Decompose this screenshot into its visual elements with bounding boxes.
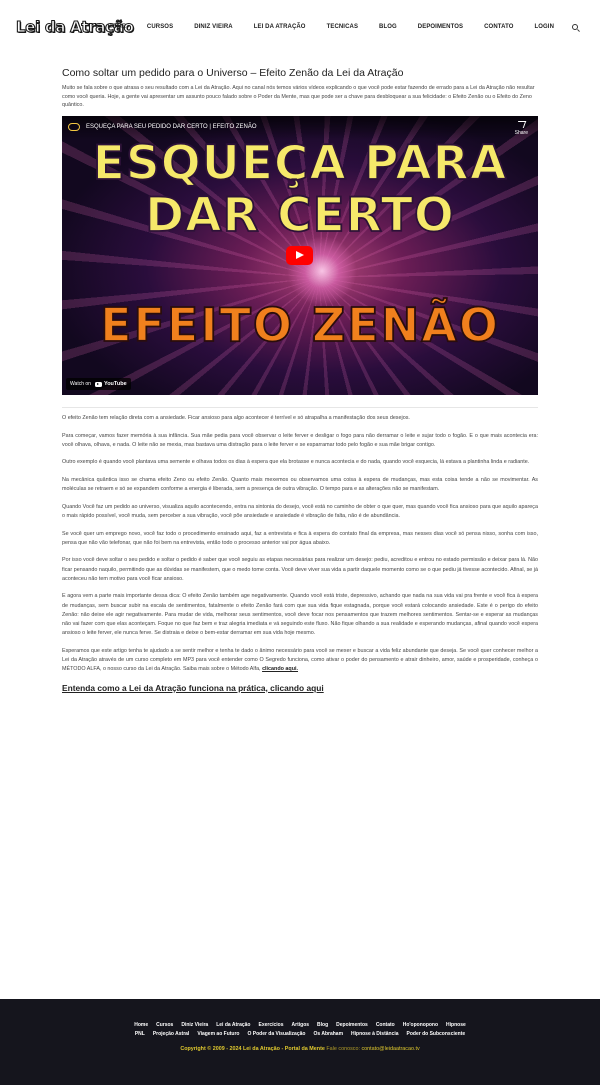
nav-depoimentos[interactable]: Depoimentos — [418, 24, 463, 30]
thumbnail-headline-line-1: ESQUEÇA PARA — [92, 136, 508, 191]
thumbnail-headline-line-2: DAR CERTO — [144, 188, 455, 243]
youtube-logo-icon — [94, 381, 102, 387]
youtube-video-embed[interactable]: ESQUEÇA PARA SEU PEDIDO DAR CERTO | EFEI… — [62, 116, 538, 395]
paragraph: O efeito Zenão tem relação direta com a … — [62, 415, 410, 421]
contact-label: Fale conosco: — [326, 1046, 360, 1052]
footer-link-contato[interactable]: Contato — [376, 1022, 395, 1028]
footer-nav-row-2: PNL Projeção Astral Viagem ao Futuro O P… — [0, 1031, 600, 1037]
footer-link-pnl[interactable]: PNL — [135, 1031, 145, 1037]
channel-avatar-icon[interactable] — [68, 123, 80, 131]
paragraph: Para começar, vamos fazer memória à sua … — [62, 432, 538, 448]
copyright-line: Copyright © 2009 - 2024 Lei da Atração -… — [0, 1046, 600, 1052]
footer-link-viagem-ao-futuro[interactable]: Viagem ao Futuro — [197, 1031, 239, 1037]
footer-link-artigos[interactable]: Artigos — [292, 1022, 310, 1028]
share-label[interactable]: Share — [515, 130, 528, 136]
closing-text: Esperamos que este artigo tenha te ajuda… — [62, 647, 538, 673]
paragraph: Se você quer um emprego novo, você faz t… — [62, 530, 538, 546]
footer-link-poder-da-visualizacao[interactable]: O Poder da Visualização — [247, 1031, 305, 1037]
content-divider — [62, 407, 538, 408]
footer-link-os-abraham[interactable]: Os Abraham — [313, 1031, 343, 1037]
nav-contato[interactable]: Contato — [484, 24, 513, 30]
copyright-text: Copyright © 2009 - 2024 Lei da Atração -… — [180, 1046, 325, 1052]
nav-lei-da-atracao[interactable]: Lei da Atração — [254, 24, 306, 30]
article-header: Como soltar um pedido para o Universo – … — [62, 66, 538, 110]
nav-blog[interactable]: Blog — [379, 24, 397, 30]
footer-link-projecao-astral[interactable]: Projeção Astral — [153, 1031, 190, 1037]
footer-link-home[interactable]: Home — [134, 1022, 148, 1028]
footer-link-exercicios[interactable]: Exercícios — [259, 1022, 284, 1028]
watch-on-label: Watch on — [70, 381, 91, 387]
article-body: O efeito Zenão tem relação direta com a … — [62, 414, 538, 693]
thumbnail-subline: EFEITO ZENÃO — [99, 297, 500, 353]
footer-link-cursos[interactable]: Cursos — [156, 1022, 173, 1028]
youtube-wordmark: YouTube — [103, 381, 127, 387]
paragraph: E agora vem a parte mais importante dess… — [62, 593, 538, 637]
nav-cursos[interactable]: Cursos — [147, 24, 173, 30]
nav-login[interactable]: Login — [535, 24, 555, 30]
paragraph: Outro exemplo é quando você plantava uma… — [62, 459, 530, 466]
page-title: Como soltar um pedido para o Universo – … — [62, 67, 404, 79]
footer-link-hipnose-a-distancia[interactable]: Hipnose à Distância — [351, 1031, 399, 1037]
article-intro: Muito se fala sobre o que atrasa o seu r… — [62, 85, 535, 109]
nav-tecnicas[interactable]: Tecnicas — [327, 24, 358, 30]
site-footer: Home Cursos Diniz Vieira Lei da Atração … — [0, 999, 600, 1085]
nav-home[interactable]: Home — [108, 24, 126, 30]
footer-link-diniz-vieira[interactable]: Diniz Vieira — [181, 1022, 208, 1028]
footer-link-blog[interactable]: Blog — [317, 1022, 328, 1028]
footer-link-hipnose[interactable]: Hipnose — [446, 1022, 466, 1028]
main-nav: Home Cursos Diniz Vieira Lei da Atração … — [108, 24, 578, 30]
paragraph: Por isso você deve soltar o seu pedido e… — [62, 557, 538, 582]
paragraph: Quando Você faz um pedido ao universo, v… — [62, 503, 538, 519]
footer-link-lei-da-atracao[interactable]: Lei da Atração — [216, 1022, 250, 1028]
footer-link-depoimentos[interactable]: Depoimentos — [336, 1022, 368, 1028]
contact-email-link[interactable]: contato@leidaatracao.tv — [361, 1046, 419, 1052]
metodo-alfa-link[interactable]: clicando aqui. — [262, 666, 298, 672]
cta-link[interactable]: Entenda como a Lei da Atração funciona n… — [62, 683, 538, 693]
footer-link-poder-do-subconsciente[interactable]: Poder do Subconsciente — [407, 1031, 466, 1037]
search-icon[interactable] — [572, 24, 578, 30]
footer-nav-row-1: Home Cursos Diniz Vieira Lei da Atração … — [0, 1022, 600, 1028]
watch-on-youtube-button[interactable]: Watch on YouTube — [66, 378, 131, 390]
site-header: Lei da Atração Home Cursos Diniz Vieira … — [0, 0, 600, 58]
paragraph: Na mecânica quântica isso se chama efeit… — [62, 476, 538, 493]
footer-link-hooponopono[interactable]: Ho'oponopono — [403, 1022, 438, 1028]
nav-diniz-vieira[interactable]: Diniz Vieira — [194, 24, 233, 30]
footer-nav: Home Cursos Diniz Vieira Lei da Atração … — [0, 1022, 600, 1039]
closing-paragraph: Esperamos que este artigo tenha te ajuda… — [62, 647, 538, 675]
play-button-icon[interactable] — [286, 246, 313, 265]
video-title[interactable]: ESQUEÇA PARA SEU PEDIDO DAR CERTO | EFEI… — [86, 124, 257, 130]
